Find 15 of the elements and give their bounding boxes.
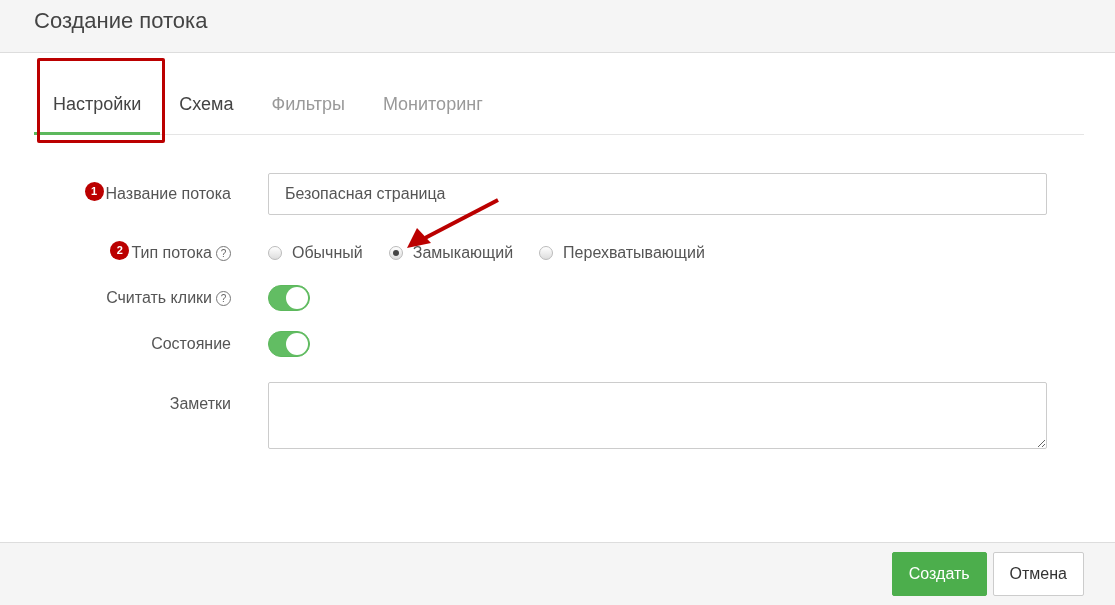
field-label: Считать клики — [106, 289, 212, 306]
field-label: Название потока — [105, 185, 231, 202]
cancel-button[interactable]: Отмена — [992, 552, 1084, 596]
tab[interactable]: Схема — [160, 83, 253, 135]
tab[interactable]: Настройки — [34, 83, 161, 135]
radio-option[interactable]: Замыкающий — [388, 241, 514, 265]
text-field[interactable]: Безопасная страница — [268, 173, 1047, 215]
field-label: Заметки — [169, 395, 231, 412]
field-label: Тип потока — [131, 244, 212, 261]
radio-option[interactable]: Обычный — [268, 241, 363, 265]
number-marker: 1 — [84, 182, 104, 201]
field-label: Состояние — [151, 335, 231, 352]
radio-option[interactable]: Перехватывающий — [539, 241, 705, 265]
window-title: Создание потока — [34, 8, 209, 35]
number-marker: 2 — [110, 241, 130, 260]
